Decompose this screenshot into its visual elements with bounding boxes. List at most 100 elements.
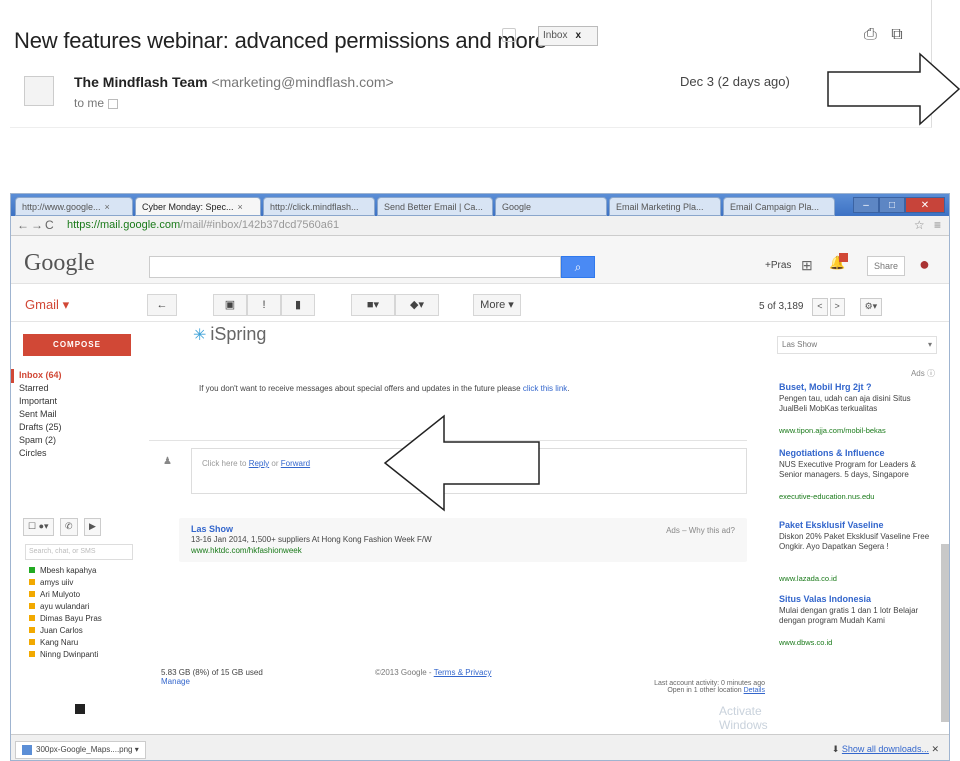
ad-why-label[interactable]: Ads – Why this ad? — [666, 526, 735, 535]
show-all-downloads[interactable]: ⬇ Show all downloads... ✕ — [832, 744, 939, 755]
minimize-icon[interactable]: – — [853, 197, 879, 213]
browser-tab-active[interactable]: Cyber Monday: Spec... × — [135, 197, 261, 216]
active-folder-indicator — [11, 369, 14, 383]
nav-item-sent[interactable]: Sent Mail — [19, 409, 57, 419]
url-path: /mail/#inbox/142b37dcd7560a61 — [180, 219, 340, 231]
ad-title[interactable]: Las Show — [191, 524, 233, 534]
delete-button[interactable]: ▮ — [281, 294, 315, 316]
important-marker-icon[interactable] — [502, 28, 516, 42]
reload-icon[interactable]: C — [45, 218, 54, 232]
address-bar-tools: ☆ ≡ — [914, 218, 941, 232]
ad-title[interactable]: Situs Valas Indonesia — [779, 594, 939, 604]
phone-icon[interactable]: ✆ — [59, 518, 78, 536]
chevron-down-icon[interactable] — [108, 98, 119, 109]
next-page-button[interactable]: > — [829, 298, 845, 316]
folder-icon: ■▾ — [366, 299, 380, 311]
ads-label: Ads ⓘ — [910, 369, 935, 378]
browser-tab[interactable]: Google — [495, 197, 607, 216]
ad-url[interactable]: www.lazada.co.id — [779, 574, 939, 583]
recipient-line[interactable]: to me — [74, 96, 119, 110]
pager-count: 5 of 3,189 — [759, 301, 804, 312]
close-tab-icon[interactable]: × — [105, 202, 110, 212]
remove-label-icon[interactable]: x — [575, 30, 581, 41]
inline-ad[interactable]: Las Show 13-16 Jan 2014, 1,500+ supplier… — [179, 518, 747, 562]
search-input[interactable] — [149, 256, 561, 278]
chat-search-input[interactable]: Search, chat, or SMS — [25, 544, 133, 560]
archive-button[interactable]: ▣ — [213, 294, 247, 316]
search-icon: ⌕ — [574, 260, 582, 274]
forward-link[interactable]: Forward — [281, 459, 310, 468]
nav-item-circles[interactable]: Circles — [19, 448, 47, 458]
close-icon[interactable]: ✕ — [905, 197, 945, 213]
back-icon[interactable]: ← — [17, 218, 29, 232]
manage-storage-link[interactable]: Manage — [161, 677, 263, 686]
unsubscribe-link[interactable]: click this link — [523, 384, 567, 393]
video-icon[interactable]: ▶ — [83, 518, 101, 536]
chat-contact[interactable]: Kang Naru — [29, 638, 78, 647]
browser-tab[interactable]: Send Better Email | Ca... — [377, 197, 493, 216]
info-icon[interactable]: ⓘ — [927, 369, 935, 378]
chat-status-button[interactable]: ☐ ●▾ — [23, 518, 54, 536]
google-header: Google ⌕ +Pras ⊞ 🔔 Share ● — [11, 236, 949, 284]
browser-tab[interactable]: Email Campaign Pla... — [723, 197, 835, 216]
browser-tab[interactable]: http://www.google... × — [15, 197, 133, 216]
report-spam-button[interactable]: ! — [247, 294, 281, 316]
google-logo[interactable]: Google — [24, 250, 95, 277]
ad-title[interactable]: Negotiations & Influence — [779, 448, 939, 458]
sender-line: The Mindflash Team <marketing@mindflash.… — [74, 74, 394, 90]
chat-contact[interactable]: ayu wulandari — [29, 602, 89, 611]
inbox-label-chip[interactable]: Inbox x — [538, 26, 598, 46]
ad-title[interactable]: Buset, Mobil Hrg 2jt ? — [779, 382, 939, 392]
gmail-menu-label[interactable]: Gmail ▾ — [25, 297, 69, 313]
terms-link[interactable]: Terms & Privacy — [434, 668, 492, 677]
forward-icon[interactable]: → — [31, 218, 43, 232]
chat-contact[interactable]: Ninng Dwinpanti — [29, 650, 98, 659]
chat-contact[interactable]: Dimas Bayu Pras — [29, 614, 102, 623]
google-plus-link[interactable]: +Pras — [765, 260, 791, 271]
nav-item-inbox[interactable]: Inbox (64) — [19, 370, 62, 380]
ads-dropdown[interactable]: Las Show ▾ — [777, 336, 937, 354]
labels-button[interactable]: ◆▾ — [395, 294, 439, 316]
close-tab-icon[interactable]: × — [238, 202, 243, 212]
nav-item-spam[interactable]: Spam (2) — [19, 435, 56, 445]
browser-tab[interactable]: Email Marketing Pla... — [609, 197, 721, 216]
apps-grid-icon[interactable]: ⊞ — [801, 257, 813, 274]
chat-contact[interactable]: amys uiiv — [29, 578, 73, 587]
back-to-inbox-button[interactable]: ← — [147, 294, 177, 316]
compose-button[interactable]: COMPOSE — [23, 334, 131, 356]
nav-item-important[interactable]: Important — [19, 396, 57, 406]
search-button[interactable]: ⌕ — [561, 256, 595, 278]
activity-details-link[interactable]: Details — [744, 687, 765, 694]
share-button[interactable]: Share — [867, 256, 905, 276]
move-to-button[interactable]: ■▾ — [351, 294, 395, 316]
chat-dock-icon[interactable] — [75, 704, 85, 714]
reply-link[interactable]: Reply — [249, 459, 269, 468]
nav-item-drafts[interactable]: Drafts (25) — [19, 422, 62, 432]
maximize-icon[interactable]: □ — [879, 197, 905, 213]
print-icon[interactable]: ⎙ — [864, 26, 877, 43]
nav-item-starred[interactable]: Starred — [19, 383, 49, 393]
ad-title[interactable]: Paket Eksklusif Vaseline — [779, 520, 939, 530]
menu-icon[interactable]: ≡ — [934, 218, 941, 232]
chat-contact[interactable]: Juan Carlos — [29, 626, 83, 635]
notifications-icon[interactable]: 🔔 — [829, 253, 848, 273]
more-button[interactable]: More ▾ — [473, 294, 521, 316]
email-header-panel — [10, 0, 932, 128]
ad-url[interactable]: www.hktdc.com/hkfashionweek — [191, 546, 302, 555]
chat-contact[interactable]: Mbesh kapahya — [29, 566, 96, 575]
ad-url[interactable]: executive-education.nus.edu — [779, 492, 939, 501]
tab-bar: http://www.google... × Cyber Monday: Spec… — [11, 194, 949, 216]
idle-status-icon — [29, 603, 35, 609]
settings-gear-icon[interactable]: ⚙▾ — [859, 298, 883, 316]
vertical-scrollbar[interactable] — [941, 544, 949, 722]
chat-contact[interactable]: Ari Mulyoto — [29, 590, 80, 599]
bookmark-star-icon[interactable]: ☆ — [914, 218, 925, 232]
url-field[interactable]: https://mail.google.com/mail/#inbox/142b… — [67, 219, 339, 231]
new-window-icon[interactable]: ⧉ — [891, 26, 902, 43]
prev-page-button[interactable]: < — [812, 298, 828, 316]
download-item[interactable]: 300px-Google_Maps....png ▾ — [15, 741, 146, 759]
ad-url[interactable]: www.tipon.ajja.com/mobil-bekas — [779, 426, 939, 435]
account-avatar[interactable]: ● — [919, 254, 930, 275]
ad-url[interactable]: www.dbws.co.id — [779, 638, 939, 647]
browser-tab[interactable]: http://click.mindflash... — [263, 197, 375, 216]
